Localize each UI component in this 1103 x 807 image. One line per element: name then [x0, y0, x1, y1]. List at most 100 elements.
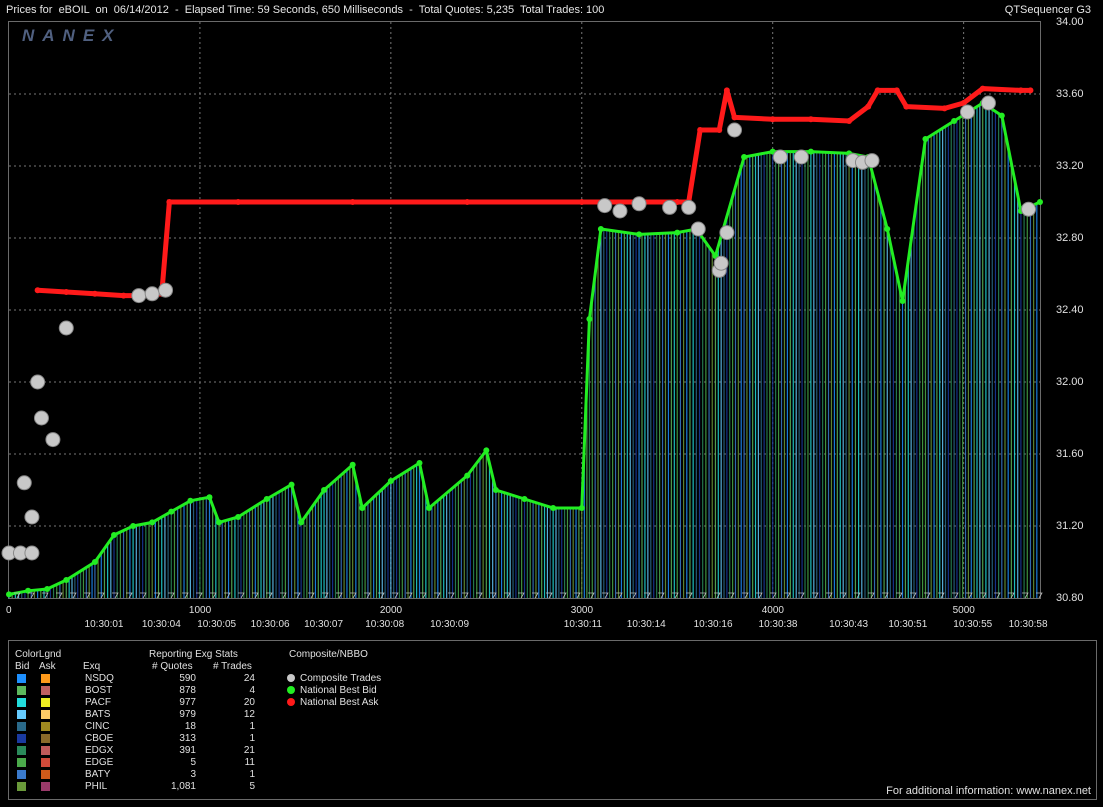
national-best-bid-point	[492, 487, 499, 493]
composite-trade-point	[631, 196, 647, 212]
exchange-name: NSDQ	[85, 673, 114, 684]
exchange-name: PACF	[85, 697, 111, 708]
national-best-bid-point	[387, 478, 394, 484]
composite-trade-point	[713, 255, 729, 271]
national-best-ask-line	[37, 86, 1031, 299]
x-tick-time: 10:30:04	[141, 619, 181, 630]
bid-color-swatch	[17, 770, 26, 779]
bid-color-swatch	[17, 758, 26, 767]
x-tick-number: 4000	[761, 605, 784, 616]
exchange-trades: 11	[244, 757, 255, 768]
national-best-ask-point	[578, 199, 585, 205]
composite-trade-point	[864, 153, 880, 169]
national-best-bid-point	[578, 505, 585, 511]
y-tick-label: 33.60	[1056, 88, 1084, 100]
exchange-name: CINC	[85, 721, 110, 732]
national-best-bid-point	[63, 577, 70, 583]
exchange-quotes: 979	[179, 709, 196, 720]
ask-color-swatch	[41, 770, 50, 779]
national-best-ask-point	[34, 287, 41, 294]
exchange-header: Exq	[83, 661, 101, 672]
exchange-trades: 24	[243, 673, 255, 684]
national-best-ask-point	[874, 87, 881, 94]
x-tick-number: 1000	[188, 605, 212, 616]
x-tick-time: 10:30:58	[1008, 619, 1048, 630]
national-best-ask-point	[63, 289, 70, 295]
exchange-name: BATS	[85, 709, 111, 720]
national-best-bid-point	[216, 519, 223, 526]
national-best-bid-point	[321, 487, 328, 493]
x-tick-time: 10:30:06	[250, 619, 290, 630]
ask-header: Ask	[39, 661, 56, 672]
y-tick-label: 32.40	[1056, 304, 1084, 316]
national-best-ask-point	[697, 127, 704, 133]
composite-trade-point	[16, 475, 32, 491]
y-tick-label: 31.60	[1056, 448, 1084, 460]
national-best-ask-point	[903, 103, 910, 110]
national-best-bid-point	[298, 519, 305, 526]
national-best-bid-point	[674, 229, 681, 236]
national-best-bid-point	[1037, 199, 1043, 205]
national-best-ask-point	[464, 199, 471, 205]
exchange-name: EDGX	[85, 745, 114, 756]
national-best-bid-point	[168, 508, 175, 515]
composite-trade-point	[681, 199, 697, 215]
national-best-bid-point	[206, 494, 213, 501]
x-tick-time: 10:30:05	[197, 619, 237, 630]
exchange-quotes: 878	[179, 685, 196, 696]
national-best-ask-point	[349, 199, 356, 205]
composite-trade-point	[690, 221, 706, 237]
ask-color-swatch	[41, 674, 50, 683]
x-tick-time: 10:30:43	[829, 619, 869, 630]
exchange-trades: 20	[243, 697, 255, 708]
composite-trade-point	[24, 509, 40, 525]
exchange-trades: 1	[249, 769, 255, 780]
national-best-ask-point	[731, 114, 738, 121]
exchange-trades: 1	[249, 721, 255, 732]
national-best-ask-point	[941, 105, 948, 112]
national-best-ask-point	[865, 103, 872, 110]
bid-color-swatch	[17, 698, 26, 707]
composite-legend-marker	[287, 686, 295, 694]
x-tick-number: 0	[6, 605, 12, 616]
exchange-name: BOST	[85, 685, 113, 696]
national-best-bid-point	[636, 231, 643, 238]
x-tick-time: 10:30:14	[626, 619, 666, 630]
composite-trade-point	[24, 545, 40, 561]
y-tick-label: 32.00	[1056, 376, 1084, 388]
composite-legend-label: Composite Trades	[300, 673, 382, 684]
x-tick-time: 10:30:11	[563, 619, 602, 630]
national-best-bid-point	[899, 298, 906, 304]
x-tick-time: 10:30:07	[304, 619, 344, 630]
national-best-bid-point	[149, 519, 156, 526]
x-tick-time: 10:30:01	[84, 619, 124, 630]
x-tick-time: 10:30:38	[758, 619, 798, 630]
ask-color-swatch	[41, 698, 50, 707]
exchange-name: EDGE	[85, 757, 114, 768]
exchange-trades: 1	[249, 733, 255, 744]
national-best-bid-point	[426, 505, 433, 511]
national-best-ask-point	[716, 127, 723, 133]
national-best-ask-point	[846, 118, 853, 124]
national-best-bid-point	[550, 505, 557, 511]
composite-legend-marker	[287, 698, 295, 706]
y-tick-label: 30.80	[1056, 592, 1084, 604]
national-best-ask-point	[979, 85, 986, 92]
national-best-bid-point	[483, 447, 490, 454]
exchange-quotes: 3	[190, 769, 196, 780]
composite-trade-point	[58, 320, 74, 336]
x-tick-time: 10:30:55	[953, 619, 993, 630]
exchange-quotes: 590	[179, 673, 196, 684]
bid-color-swatch	[17, 710, 26, 719]
composite-trade-point	[612, 203, 628, 219]
exchange-name: BATY	[85, 769, 111, 780]
composite-trade-point	[793, 149, 809, 165]
ask-color-swatch	[41, 722, 50, 731]
national-best-bid-point	[807, 148, 814, 155]
bid-header: Bid	[15, 661, 30, 672]
exchange-name: CBOE	[85, 733, 114, 744]
y-tick-label: 32.80	[1056, 232, 1084, 244]
national-best-bid-point	[586, 316, 593, 322]
bid-color-swatch	[17, 722, 26, 731]
national-best-bid-point	[597, 226, 604, 232]
